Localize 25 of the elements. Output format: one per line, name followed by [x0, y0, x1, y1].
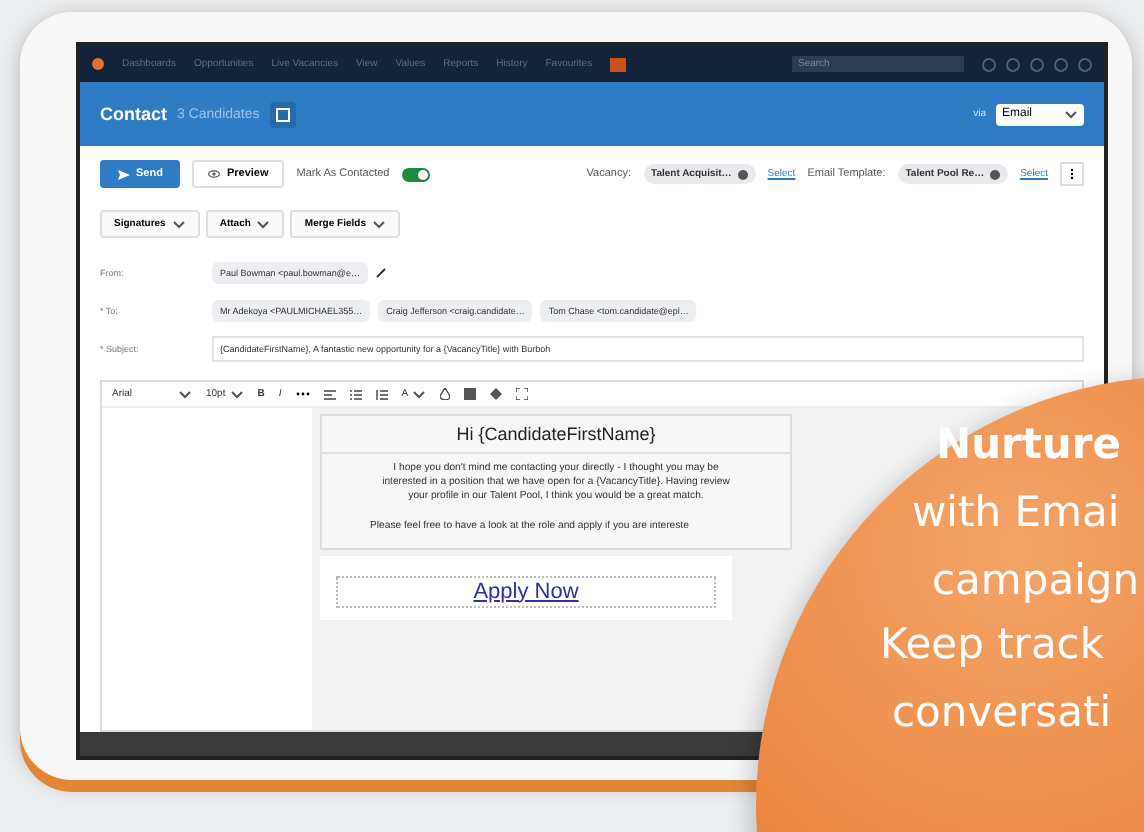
eye-icon — [208, 170, 221, 178]
caret-icon — [229, 389, 244, 399]
promo-text: with Emai — [912, 488, 1120, 536]
fill-icon[interactable] — [440, 388, 451, 400]
caret-icon — [178, 389, 192, 399]
more-button[interactable] — [1060, 162, 1084, 186]
bullet-list-icon[interactable] — [349, 389, 362, 399]
promo-text: Keep track — [880, 620, 1105, 668]
toggle-switch[interactable] — [401, 167, 430, 181]
caret-icon — [412, 389, 427, 399]
pencil-icon[interactable] — [375, 268, 386, 278]
logo-icon — [92, 58, 104, 70]
fullscreen-icon[interactable] — [516, 388, 529, 400]
caret-icon — [371, 219, 386, 229]
promo-text: conversati — [892, 688, 1112, 736]
align-icon[interactable] — [323, 389, 336, 399]
apply-now-link[interactable]: Apply Now — [336, 575, 716, 607]
caret-icon — [171, 219, 186, 229]
numbered-list-icon[interactable] — [375, 389, 388, 399]
promo-text: campaign — [932, 556, 1140, 604]
external-link-icon[interactable] — [269, 101, 296, 127]
caret-icon — [1064, 109, 1078, 119]
page-title: Contact — [100, 104, 167, 124]
caret-icon — [256, 219, 271, 229]
send-icon — [118, 169, 130, 179]
